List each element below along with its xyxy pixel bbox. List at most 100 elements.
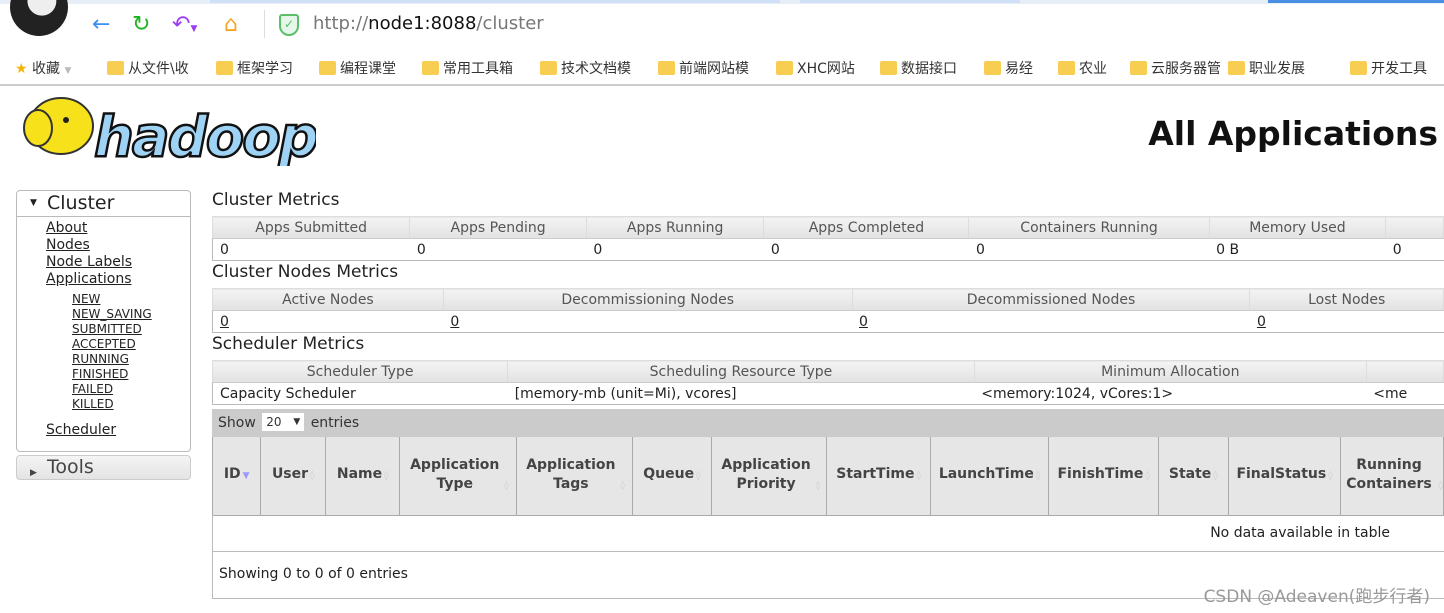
- metric-value[interactable]: 0: [443, 310, 853, 333]
- sort-icon: ◊: [916, 471, 921, 482]
- metric-value[interactable]: 0: [852, 310, 1250, 333]
- hadoop-logo: hadoop: [23, 97, 316, 166]
- bookmark-label: 农业: [1079, 61, 1107, 77]
- page-title: All Applications: [1148, 114, 1438, 153]
- metric-link[interactable]: 0: [220, 314, 229, 330]
- column-header-sortable[interactable]: Application Priority ◊: [711, 437, 828, 516]
- metric-link[interactable]: 0: [450, 314, 459, 330]
- column-header-sortable[interactable]: User ◊: [260, 437, 326, 516]
- column-label: Name: [336, 466, 383, 483]
- column-header-sortable[interactable]: State ◊: [1157, 437, 1229, 516]
- cluster-nodes-metrics-title: Cluster Nodes Metrics: [212, 262, 399, 282]
- column-label: LaunchTime: [938, 466, 1034, 483]
- column-header-sortable[interactable]: FinishTime ◊: [1048, 437, 1159, 516]
- applications-table: ID ▼ User ◊ Name ◊ Application Type ◊ Applicatio…: [211, 437, 1444, 516]
- bookmark-folder[interactable]: 数据接口: [880, 58, 957, 78]
- address-bar[interactable]: http://node1:8088/cluster: [313, 13, 544, 34]
- sidebar-state-submitted[interactable]: SUBMITTED: [72, 322, 142, 336]
- column-header-sortable[interactable]: Name ◊: [324, 437, 401, 516]
- column-header: Lost Nodes: [1249, 288, 1444, 311]
- sidebar-state-finished[interactable]: FINISHED: [72, 367, 128, 381]
- undo-icon[interactable]: ↶▼: [172, 12, 197, 37]
- sort-icon: ◊: [1213, 471, 1218, 482]
- bookmark-folder[interactable]: 编程课堂: [319, 58, 396, 78]
- column-header-sortable[interactable]: Running Containers ◊: [1340, 437, 1444, 516]
- folder-icon: [880, 61, 897, 75]
- bookmark-folder[interactable]: 技术文档模: [540, 58, 631, 78]
- column-header: Decommissioning Nodes: [442, 288, 853, 311]
- cluster-metrics-title: Cluster Metrics: [212, 190, 340, 210]
- bookmark-favorites[interactable]: ★ 收藏 ▼: [15, 58, 71, 78]
- sort-icon: ◊: [310, 471, 315, 482]
- bookmark-label: 常用工具箱: [443, 61, 513, 77]
- bookmark-folder[interactable]: 职业发展: [1228, 58, 1305, 78]
- sidebar-link[interactable]: Nodes: [46, 237, 90, 253]
- column-header-sortable[interactable]: StartTime ◊: [826, 437, 931, 516]
- bookmark-folder[interactable]: 开发工具: [1350, 58, 1427, 78]
- expand-triangle-icon: ▼: [30, 198, 37, 208]
- sidebar-link[interactable]: Applications: [46, 271, 132, 287]
- bookmark-folder[interactable]: 框架学习: [216, 58, 293, 78]
- column-header: Memory Used: [1208, 216, 1387, 239]
- column-header: Active Nodes: [212, 288, 444, 311]
- column-header-sortable[interactable]: FinalStatus ◊: [1227, 437, 1342, 516]
- user-avatar[interactable]: [10, 0, 68, 36]
- bookmark-folder[interactable]: 云服务器管: [1130, 58, 1221, 78]
- column-header-sortable[interactable]: LaunchTime ◊: [929, 437, 1050, 516]
- cluster-section-toggle[interactable]: ▼ Cluster: [17, 191, 190, 217]
- sidebar-state-failed[interactable]: FAILED: [72, 382, 113, 396]
- sidebar-state-running[interactable]: RUNNING: [72, 352, 129, 366]
- sort-icon: ◊: [1145, 471, 1150, 482]
- security-shield-icon[interactable]: ✓: [279, 14, 299, 36]
- bookmark-folder[interactable]: 前端网站模: [658, 58, 749, 78]
- sidebar-link[interactable]: About: [46, 220, 87, 236]
- sidebar-state-accepted[interactable]: ACCEPTED: [72, 337, 136, 351]
- empty-table-message: No data available in table: [212, 515, 1444, 552]
- sort-icon: ◊: [1438, 480, 1443, 491]
- bookmark-folder[interactable]: XHC网站: [776, 58, 855, 78]
- column-header-sortable[interactable]: ID ▼: [211, 437, 262, 516]
- sort-icon: ◊: [815, 480, 821, 491]
- star-icon: ★: [15, 61, 28, 77]
- metric-link[interactable]: 0: [1257, 314, 1266, 330]
- column-header: Apps Pending: [409, 216, 587, 239]
- back-icon[interactable]: ←: [92, 12, 110, 37]
- folder-icon: [1130, 61, 1147, 75]
- column-header: [1365, 360, 1444, 383]
- sidebar-state-killed[interactable]: KILLED: [72, 397, 114, 411]
- metric-value[interactable]: 0: [212, 310, 444, 333]
- column-header: Containers Running: [968, 216, 1210, 239]
- sidebar-link-scheduler[interactable]: Scheduler: [46, 422, 116, 438]
- folder-icon: [776, 61, 793, 75]
- show-label: Show: [218, 415, 256, 431]
- column-header-sortable[interactable]: Application Type ◊: [399, 437, 517, 516]
- metric-link[interactable]: 0: [859, 314, 868, 330]
- sidebar-state-new_saving[interactable]: NEW_SAVING: [72, 307, 152, 321]
- sidebar-tools-toggle[interactable]: ▶ Tools: [16, 455, 191, 480]
- column-header: Apps Running: [585, 216, 765, 239]
- metric-value[interactable]: 0: [1249, 310, 1444, 333]
- sidebar-link[interactable]: Node Labels: [46, 254, 132, 270]
- column-header-sortable[interactable]: Queue ◊: [631, 437, 713, 516]
- column-header: [1385, 216, 1444, 239]
- metric-value: 0: [763, 238, 969, 261]
- bookmark-folder[interactable]: 从文件\收: [107, 58, 189, 78]
- bookmark-folder[interactable]: 易经: [984, 58, 1033, 78]
- bookmark-label: 易经: [1005, 61, 1033, 77]
- folder-icon: [319, 61, 336, 75]
- home-icon[interactable]: ⌂: [224, 12, 238, 37]
- sort-icon: ◊: [384, 471, 389, 482]
- bookmark-folder[interactable]: 常用工具箱: [422, 58, 513, 78]
- folder-icon: [1058, 61, 1075, 75]
- sidebar-state-new[interactable]: NEW: [72, 292, 100, 306]
- page-size-select[interactable]: 20 ▼: [262, 413, 305, 431]
- bookmark-folder[interactable]: 农业: [1058, 58, 1107, 78]
- column-label: Application Priority: [721, 456, 811, 492]
- folder-icon: [540, 61, 557, 75]
- column-label: StartTime: [836, 466, 915, 483]
- reload-icon[interactable]: ↻: [132, 12, 150, 37]
- folder-icon: [216, 61, 233, 75]
- column-header-sortable[interactable]: Application Tags ◊: [515, 437, 633, 516]
- sort-desc-icon: ▼: [242, 471, 250, 482]
- bookmark-label: 框架学习: [237, 61, 293, 77]
